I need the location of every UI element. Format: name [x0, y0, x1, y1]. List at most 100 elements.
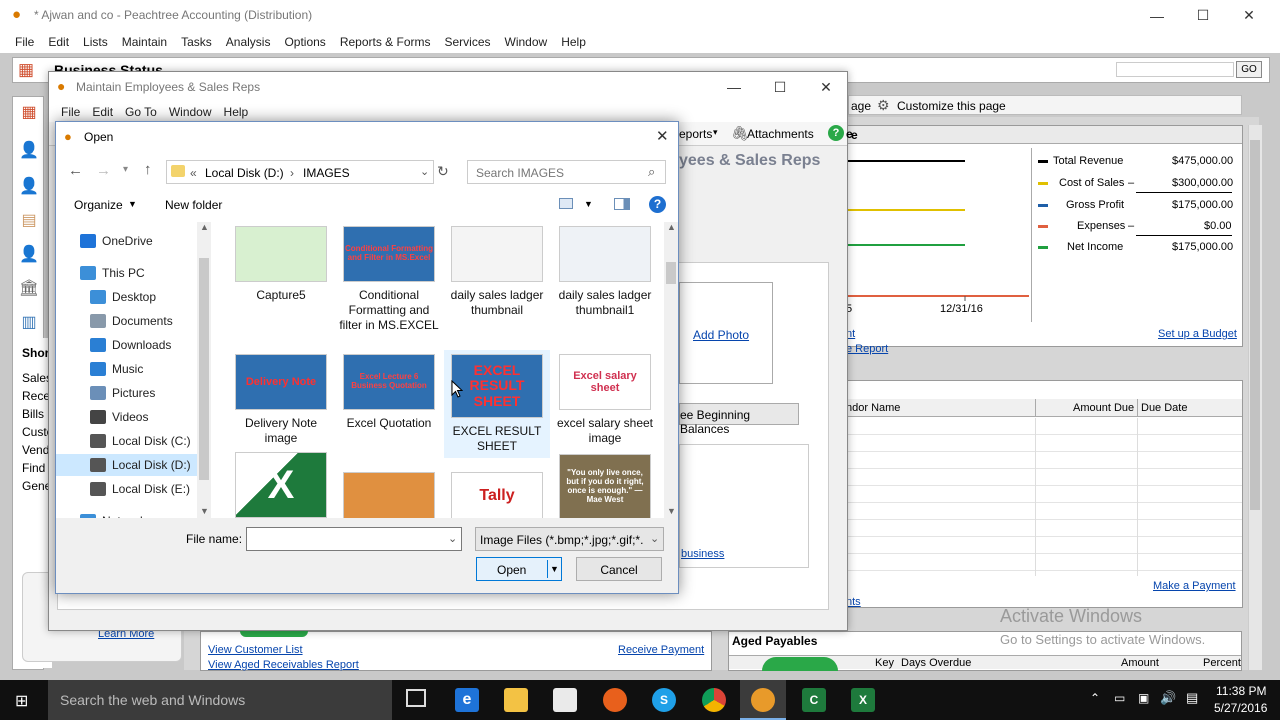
tree-item-downloads[interactable]: Downloads — [56, 334, 198, 356]
help-icon[interactable]: ? — [649, 196, 666, 213]
menu-file[interactable]: File — [8, 35, 41, 49]
make-payment-link[interactable]: Make a Payment — [1153, 580, 1236, 592]
minimize-button[interactable]: — — [1134, 0, 1180, 31]
file-item[interactable]: EXCEL RESULT SHEET EXCEL RESULT SHEET — [444, 350, 550, 458]
shortcut-bills[interactable]: Bills — [22, 407, 44, 421]
reports-dropdown-icon[interactable]: ▾ — [713, 127, 718, 138]
peachtree-taskbar-item[interactable] — [740, 680, 786, 720]
amount-due-column[interactable]: Amount Due — [1073, 402, 1134, 414]
shortcut-general[interactable]: Gene — [22, 479, 51, 493]
clock-date[interactable]: 5/27/2016 — [1214, 701, 1267, 715]
show-hidden-icons-icon[interactable]: ⌃ — [1090, 691, 1100, 705]
file-item[interactable] — [336, 452, 442, 518]
vendor-name-column[interactable]: ndor Name — [846, 402, 900, 414]
files-scroll-up-icon[interactable]: ▲ — [667, 222, 676, 232]
menu-help[interactable]: Help — [554, 35, 593, 49]
toolbar-page-fragment[interactable]: age — [851, 99, 871, 113]
go-search-input[interactable] — [1116, 62, 1234, 77]
skype-icon[interactable]: S — [652, 688, 676, 712]
tree-item-this-pc[interactable]: This PC — [56, 262, 198, 284]
inventory-nav-icon[interactable]: ▤ — [18, 210, 40, 230]
shortcut-vendors[interactable]: Vend — [22, 443, 49, 457]
menu-edit[interactable]: Edit — [41, 35, 76, 49]
tree-scrollbar-thumb[interactable] — [199, 258, 209, 480]
emp-menu-goto[interactable]: Go To — [119, 105, 163, 119]
tree-scroll-down-icon[interactable]: ▼ — [200, 506, 209, 516]
clock-time[interactable]: 11:38 PM — [1216, 684, 1266, 698]
file-type-dropdown-icon[interactable]: ⌄ — [650, 532, 659, 545]
camtasia-icon[interactable]: C — [802, 688, 826, 712]
address-dropdown-icon[interactable]: ⌄ — [420, 165, 429, 178]
network-status-icon[interactable]: ▣ — [1138, 691, 1149, 705]
taskbar-search-box[interactable]: Search the web and Windows — [48, 680, 392, 720]
windows-start-icon[interactable]: ⊞ — [15, 691, 28, 711]
files-scroll-down-icon[interactable]: ▼ — [667, 506, 676, 516]
customize-page-button[interactable]: Customize this page — [897, 99, 1006, 113]
edge-icon[interactable]: e — [455, 688, 479, 712]
tree-item-pictures[interactable]: Pictures — [56, 382, 198, 404]
files-scrollbar[interactable]: ▲ ▼ — [664, 222, 678, 518]
menu-analysis[interactable]: Analysis — [219, 35, 278, 49]
employees-nav-icon[interactable]: 👤 — [18, 244, 40, 264]
emp-menu-edit[interactable]: Edit — [86, 105, 119, 119]
file-item[interactable]: Excel salary sheet excel salary sheet ima… — [552, 354, 658, 446]
chrome-icon[interactable] — [702, 688, 726, 712]
tree-item-local-disk-e[interactable]: Local Disk (E:) — [56, 478, 198, 500]
maximize-button[interactable]: ☐ — [1180, 0, 1226, 31]
task-view-icon[interactable] — [406, 689, 426, 707]
up-arrow-icon[interactable]: ↑ — [144, 161, 152, 178]
view-aged-receivables-link[interactable]: View Aged Receivables Report — [208, 659, 359, 671]
file-item[interactable]: Conditional Formatting and Filter in MS.… — [336, 226, 442, 333]
due-date-column[interactable]: Due Date — [1141, 402, 1187, 414]
battery-icon[interactable]: ▭ — [1114, 691, 1125, 705]
attachments-button[interactable]: Attachments — [747, 127, 814, 141]
scrollbar-thumb[interactable] — [1250, 140, 1260, 510]
file-name-dropdown-icon[interactable]: ⌄ — [448, 532, 457, 545]
setup-budget-link[interactable]: Set up a Budget — [1158, 328, 1237, 340]
menu-maintain[interactable]: Maintain — [115, 35, 174, 49]
tree-scrollbar[interactable]: ▲ ▼ — [197, 222, 211, 518]
file-item[interactable]: Tally — [444, 452, 550, 518]
menu-lists[interactable]: Lists — [76, 35, 115, 49]
key-column[interactable]: Key — [875, 657, 894, 669]
reports-menu-button[interactable]: eports — [679, 127, 712, 141]
vendors-nav-icon[interactable]: 👤 — [18, 176, 40, 196]
dialog-close-button[interactable]: ✕ — [656, 127, 669, 145]
address-bar[interactable]: « Local Disk (D:) › IMAGES ⌄ — [166, 160, 434, 184]
tree-item-videos[interactable]: Videos — [56, 406, 198, 428]
business-status-nav-icon[interactable]: ▦ — [18, 102, 40, 122]
emp-menu-file[interactable]: File — [55, 105, 86, 119]
path-folder[interactable]: IMAGES — [303, 166, 350, 180]
file-item[interactable]: "You only live once, but if you do it ri… — [552, 452, 658, 518]
firefox-icon[interactable] — [603, 688, 627, 712]
shortcut-find[interactable]: Find — [22, 461, 45, 475]
close-button[interactable]: ✕ — [1226, 0, 1272, 31]
percent-column[interactable]: Percent — [1203, 657, 1241, 669]
file-name-input[interactable] — [246, 527, 462, 551]
menu-window[interactable]: Window — [498, 35, 555, 49]
tree-item-local-disk-c[interactable]: Local Disk (C:) — [56, 430, 198, 452]
file-item[interactable]: daily sales ladger thumbnail1 — [552, 226, 658, 318]
search-images-input[interactable]: Search IMAGES ⌕ — [467, 160, 666, 184]
volume-icon[interactable]: 🔊 — [1160, 690, 1176, 706]
open-button[interactable]: Open ▼ — [476, 557, 562, 581]
search-icon[interactable]: ⌕ — [648, 164, 655, 180]
recent-locations-icon[interactable]: ▾ — [123, 164, 128, 175]
receive-payment-link[interactable]: Receive Payment — [618, 644, 704, 656]
view-dropdown-icon[interactable]: ▼ — [584, 199, 593, 209]
go-button[interactable]: GO — [1236, 61, 1262, 78]
amount-column[interactable]: Amount — [1121, 657, 1159, 669]
business-link[interactable]: business — [681, 548, 724, 560]
cancel-button[interactable]: Cancel — [576, 557, 662, 581]
file-item[interactable]: Excel Lecture 6 Business Quotation Excel … — [336, 354, 442, 431]
employee-minimize-button[interactable]: — — [711, 72, 757, 102]
tree-item-onedrive[interactable]: OneDrive — [56, 230, 198, 252]
tree-item-local-disk-d[interactable]: Local Disk (D:) — [56, 454, 198, 476]
tree-scroll-up-icon[interactable]: ▲ — [200, 222, 209, 232]
add-photo-link[interactable]: Add Photo — [693, 328, 749, 342]
employee-close-button[interactable]: ✕ — [803, 72, 849, 102]
file-item[interactable]: Delivery Note Delivery Note image — [228, 354, 334, 446]
company-nav-icon[interactable]: ▥ — [18, 312, 40, 332]
back-arrow-icon[interactable]: ← — [68, 162, 83, 179]
employee-maximize-button[interactable]: ☐ — [757, 72, 803, 102]
